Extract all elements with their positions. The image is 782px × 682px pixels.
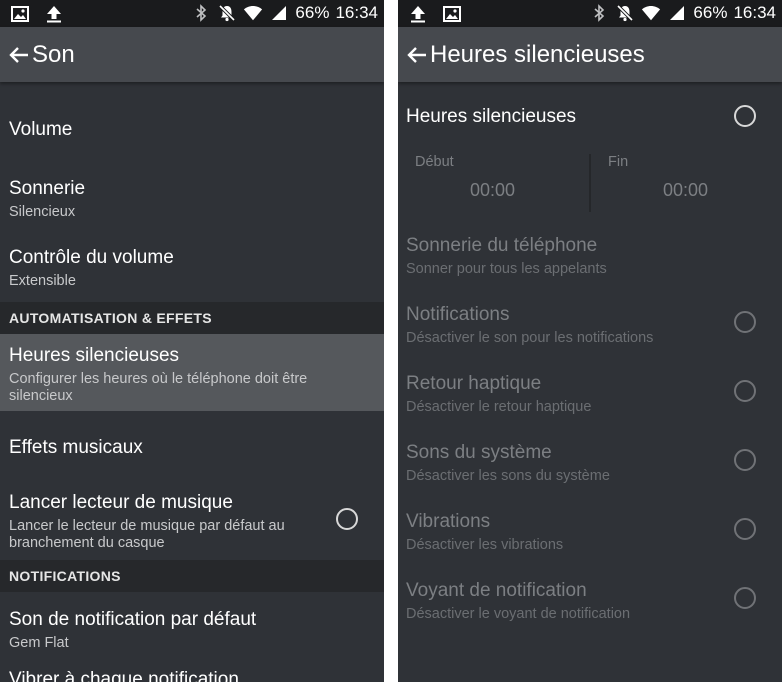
system-sounds-checkbox[interactable] bbox=[734, 449, 756, 471]
start-label: Début bbox=[415, 154, 454, 170]
signal-icon bbox=[667, 3, 687, 23]
item-title: Retour haptique bbox=[406, 373, 542, 394]
settings-item-music-effects[interactable]: Effets musicaux bbox=[0, 437, 384, 459]
item-title: Son de notification par défaut bbox=[9, 609, 257, 630]
time-divider bbox=[589, 154, 591, 212]
status-bar: 66% 16:34 bbox=[0, 0, 384, 27]
bluetooth-icon bbox=[191, 3, 211, 23]
settings-item-volume[interactable]: Volume bbox=[0, 119, 384, 141]
item-subtitle: Gem Flat bbox=[9, 635, 69, 651]
phone-ringtone-row[interactable]: Sonnerie du téléphone Sonner pour tous l… bbox=[398, 235, 782, 278]
section-header-notifications: NOTIFICATIONS bbox=[0, 560, 384, 592]
app-bar: Heures silencieuses bbox=[398, 27, 782, 82]
quiet-hours-checkbox[interactable] bbox=[734, 105, 756, 127]
item-title: Sons du système bbox=[406, 442, 552, 463]
notifications-muted-icon bbox=[615, 3, 635, 23]
item-subtitle: Silencieux bbox=[9, 204, 76, 220]
start-time-picker[interactable]: Début 00:00 bbox=[415, 154, 585, 214]
end-time-picker[interactable]: Fin 00:00 bbox=[608, 154, 778, 214]
item-subtitle: Sonner pour tous les appelants bbox=[406, 261, 607, 277]
battery-percentage: 66% bbox=[693, 3, 728, 22]
item-subtitle: Extensible bbox=[9, 273, 76, 289]
settings-list: Volume Sonnerie Silencieux Contrôle du v… bbox=[0, 82, 384, 682]
option-haptic-feedback[interactable]: Retour haptique Désactiver le retour hap… bbox=[398, 373, 782, 416]
item-subtitle: Lancer le lecteur de musique par défaut … bbox=[9, 518, 285, 551]
settings-item-launch-music-player[interactable]: Lancer lecteur de musique Lancer le lect… bbox=[0, 492, 384, 552]
signal-icon bbox=[269, 3, 289, 23]
settings-item-default-notification-sound[interactable]: Son de notification par défaut Gem Flat bbox=[0, 609, 384, 652]
clock: 16:34 bbox=[733, 3, 776, 22]
item-title: Vibrer à chaque notification bbox=[9, 669, 239, 682]
haptic-feedback-checkbox[interactable] bbox=[734, 380, 756, 402]
page-title: Son bbox=[32, 40, 75, 68]
start-time-value: 00:00 bbox=[470, 180, 516, 200]
item-subtitle: Désactiver le son pour les notifications bbox=[406, 330, 654, 346]
quiet-hours-list: Heures silencieuses Début 00:00 Fin 00:0… bbox=[398, 82, 782, 682]
item-title: Effets musicaux bbox=[9, 437, 143, 458]
settings-item-quiet-hours[interactable]: Heures silencieuses Configurer les heure… bbox=[0, 334, 384, 411]
item-title: Contrôle du volume bbox=[9, 247, 174, 268]
clock: 16:34 bbox=[335, 3, 378, 22]
option-notification-led[interactable]: Voyant de notification Désactiver le voy… bbox=[398, 580, 782, 623]
item-subtitle: Configurer les heures où le téléphone do… bbox=[9, 371, 308, 404]
item-title: Heures silencieuses bbox=[406, 106, 577, 127]
item-subtitle: Désactiver le retour haptique bbox=[406, 399, 592, 415]
item-title: Heures silencieuses bbox=[9, 345, 180, 366]
item-title: Notifications bbox=[406, 304, 510, 325]
wifi-icon bbox=[243, 3, 263, 23]
image-notification-icon bbox=[10, 4, 30, 24]
notifications-muted-icon bbox=[217, 3, 237, 23]
option-system-sounds[interactable]: Sons du système Désactiver les sons du s… bbox=[398, 442, 782, 485]
quiet-hours-screen: 66% 16:34 Heures silencieuses Heures sil… bbox=[398, 0, 782, 682]
option-notifications[interactable]: Notifications Désactiver le son pour les… bbox=[398, 304, 782, 347]
end-label: Fin bbox=[608, 154, 629, 170]
quiet-hours-toggle-row[interactable]: Heures silencieuses bbox=[398, 106, 782, 128]
item-subtitle: Désactiver le voyant de notification bbox=[406, 606, 631, 622]
wifi-icon bbox=[641, 3, 661, 23]
item-title: Sonnerie bbox=[9, 178, 86, 199]
sound-settings-screen: 66% 16:34 Son Volume Sonnerie Silencieux… bbox=[0, 0, 384, 682]
settings-item-ringtone[interactable]: Sonnerie Silencieux bbox=[0, 178, 384, 221]
settings-item-volume-control[interactable]: Contrôle du volume Extensible bbox=[0, 247, 384, 290]
vibrations-checkbox[interactable] bbox=[734, 518, 756, 540]
item-title: Vibrations bbox=[406, 511, 491, 532]
item-title: Sonnerie du téléphone bbox=[406, 235, 598, 256]
settings-item-vibrate-each-notification[interactable]: Vibrer à chaque notification bbox=[0, 669, 384, 682]
battery-percentage: 66% bbox=[295, 3, 330, 22]
image-notification-icon bbox=[442, 4, 462, 24]
app-bar: Son bbox=[0, 27, 384, 82]
notifications-checkbox[interactable] bbox=[734, 311, 756, 333]
status-bar: 66% 16:34 bbox=[398, 0, 782, 27]
option-vibrations[interactable]: Vibrations Désactiver les vibrations bbox=[398, 511, 782, 554]
upload-notification-icon bbox=[408, 4, 428, 24]
item-subtitle: Désactiver les sons du système bbox=[406, 468, 610, 484]
launch-player-checkbox[interactable] bbox=[336, 508, 358, 530]
back-arrow-icon[interactable] bbox=[8, 44, 30, 66]
back-arrow-icon[interactable] bbox=[406, 44, 428, 66]
notification-led-checkbox[interactable] bbox=[734, 587, 756, 609]
end-time-value: 00:00 bbox=[663, 180, 709, 200]
upload-notification-icon bbox=[44, 4, 64, 24]
item-title: Lancer lecteur de musique bbox=[9, 492, 233, 513]
section-header-automation: AUTOMATISATION & EFFETS bbox=[0, 302, 384, 334]
page-title: Heures silencieuses bbox=[430, 40, 645, 68]
bluetooth-icon bbox=[589, 3, 609, 23]
item-subtitle: Désactiver les vibrations bbox=[406, 537, 564, 553]
item-title: Volume bbox=[9, 119, 73, 140]
item-title: Voyant de notification bbox=[406, 580, 587, 601]
